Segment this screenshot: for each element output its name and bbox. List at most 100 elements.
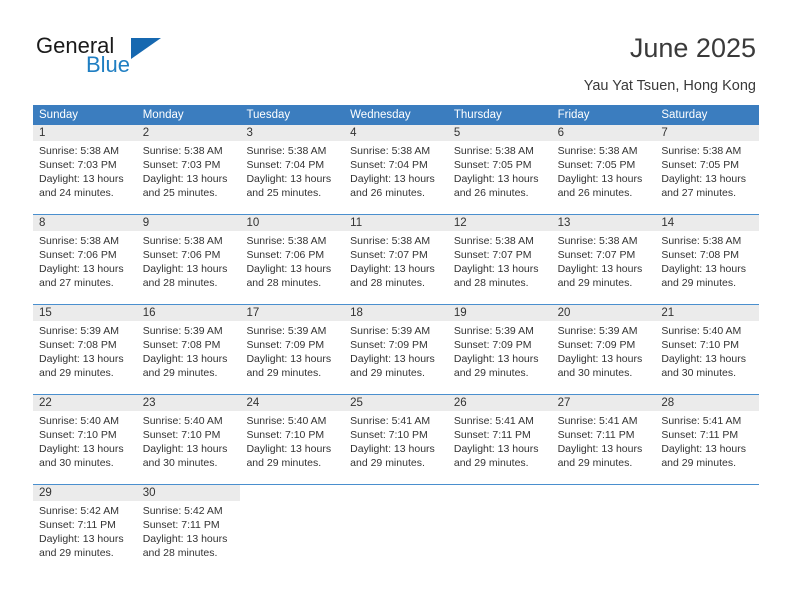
sunrise-text: Sunrise: 5:40 AM (39, 415, 119, 427)
sunset-text: Sunset: 7:08 PM (142, 339, 221, 351)
calendar-day-cell-empty (655, 485, 760, 574)
calendar-day-cell[interactable]: 18 Sunrise: 5:39 AM Sunset: 7:09 PM Dayligh… (344, 305, 448, 394)
calendar-day-cell[interactable]: 12 Sunrise: 5:38 AM Sunset: 7:07 PM Dayligh… (447, 215, 552, 304)
calendar-day-cell[interactable]: 15 Sunrise: 5:39 AM Sunset: 7:08 PM Dayligh… (33, 305, 137, 394)
day-details: Sunrise: 5:40 AM Sunset: 7:10 PM Daylight:… (655, 321, 759, 380)
calendar-weeks: 1 Sunrise: 5:38 AM Sunset: 7:03 PM Daylight… (33, 125, 760, 574)
day-details (344, 501, 448, 504)
day-number: 9 (142, 217, 150, 229)
calendar-day-cell[interactable]: 21 Sunrise: 5:40 AM Sunset: 7:10 PM Dayligh… (655, 305, 760, 394)
day-number-band: 14 (655, 215, 760, 231)
day-number: 21 (661, 307, 675, 319)
daylight-text-line1: Daylight: 13 hours (246, 353, 332, 365)
day-details: Sunrise: 5:41 AM Sunset: 7:11 PM Daylight:… (552, 411, 656, 470)
calendar-day-cell[interactable]: 4 Sunrise: 5:38 AM Sunset: 7:04 PM Daylight… (344, 125, 448, 214)
day-number-band: 9 (136, 215, 241, 231)
calendar-week-row: 8 Sunrise: 5:38 AM Sunset: 7:06 PM Daylight… (33, 214, 760, 304)
sunset-text: Sunset: 7:05 PM (661, 159, 739, 171)
sunrise-text: Sunrise: 5:40 AM (246, 415, 327, 427)
calendar-day-cell[interactable]: 24 Sunrise: 5:40 AM Sunset: 7:10 PM Dayligh… (240, 395, 345, 484)
day-details: Sunrise: 5:38 AM Sunset: 7:08 PM Daylight:… (655, 231, 759, 290)
day-number: 11 (350, 217, 363, 229)
daylight-text-line1: Daylight: 13 hours (39, 353, 124, 365)
day-details: Sunrise: 5:41 AM Sunset: 7:11 PM Daylight:… (448, 411, 552, 470)
calendar-day-cell[interactable]: 26 Sunrise: 5:41 AM Sunset: 7:11 PM Dayligh… (447, 395, 552, 484)
calendar-day-cell[interactable]: 27 Sunrise: 5:41 AM Sunset: 7:11 PM Dayligh… (551, 395, 656, 484)
sunset-text: Sunset: 7:11 PM (661, 429, 739, 441)
day-details (448, 501, 552, 504)
daylight-text-line2: and 30 minutes. (661, 367, 737, 379)
daylight-text-line1: Daylight: 13 hours (246, 443, 332, 455)
weekday-header-row: Sunday Monday Tuesday Wednesday Thursday… (33, 105, 759, 125)
day-number-band: 1 (33, 125, 137, 141)
sunrise-text: Sunrise: 5:38 AM (142, 235, 223, 247)
day-number: 30 (142, 487, 156, 499)
daylight-text-line2: and 24 minutes. (39, 187, 114, 199)
calendar-day-cell[interactable]: 7 Sunrise: 5:38 AM Sunset: 7:05 PM Daylight… (655, 125, 760, 214)
calendar-day-cell[interactable]: 2 Sunrise: 5:38 AM Sunset: 7:03 PM Daylight… (136, 125, 241, 214)
logo-text-blue: Blue (86, 52, 131, 77)
daylight-text-line2: and 26 minutes. (350, 187, 425, 199)
calendar-day-cell[interactable]: 14 Sunrise: 5:38 AM Sunset: 7:08 PM Dayligh… (655, 215, 760, 304)
day-number: 10 (246, 217, 260, 229)
sunrise-text: Sunrise: 5:38 AM (39, 145, 119, 157)
calendar-day-cell[interactable]: 5 Sunrise: 5:38 AM Sunset: 7:05 PM Daylight… (447, 125, 552, 214)
day-number: 4 (350, 127, 357, 139)
day-number-band: 8 (33, 215, 137, 231)
day-number: 22 (39, 397, 52, 409)
sunrise-text: Sunrise: 5:38 AM (350, 235, 431, 247)
daylight-text-line2: and 29 minutes. (453, 457, 529, 469)
calendar-day-cell[interactable]: 25 Sunrise: 5:41 AM Sunset: 7:10 PM Dayligh… (344, 395, 448, 484)
day-number-band: 29 (33, 485, 137, 501)
sunset-text: Sunset: 7:04 PM (246, 159, 325, 171)
day-number-band: 3 (240, 125, 345, 141)
calendar-day-cell[interactable]: 11 Sunrise: 5:38 AM Sunset: 7:07 PM Dayligh… (344, 215, 448, 304)
calendar-day-cell[interactable]: 19 Sunrise: 5:39 AM Sunset: 7:09 PM Dayligh… (447, 305, 552, 394)
day-number-band: 27 (551, 395, 656, 411)
sunrise-text: Sunrise: 5:38 AM (661, 235, 742, 247)
page-title: June 2025 (629, 33, 756, 63)
sunset-text: Sunset: 7:10 PM (142, 429, 221, 441)
sunrise-text: Sunrise: 5:39 AM (453, 325, 534, 337)
calendar-day-cell[interactable]: 16 Sunrise: 5:39 AM Sunset: 7:08 PM Dayligh… (136, 305, 241, 394)
logo-triangle-icon (131, 38, 161, 59)
calendar-day-cell[interactable]: 29 Sunrise: 5:42 AM Sunset: 7:11 PM Dayligh… (33, 485, 137, 574)
calendar-day-cell[interactable]: 6 Sunrise: 5:38 AM Sunset: 7:05 PM Daylight… (551, 125, 656, 214)
day-number-band: 28 (655, 395, 760, 411)
calendar-day-cell[interactable]: 8 Sunrise: 5:38 AM Sunset: 7:06 PM Daylight… (33, 215, 137, 304)
sunrise-text: Sunrise: 5:39 AM (350, 325, 431, 337)
day-number: 8 (39, 217, 46, 229)
calendar-day-cell[interactable]: 23 Sunrise: 5:40 AM Sunset: 7:10 PM Dayligh… (136, 395, 241, 484)
general-blue-logo[interactable]: General Blue (36, 33, 236, 85)
day-number: 23 (142, 397, 156, 409)
calendar-day-cell[interactable]: 28 Sunrise: 5:41 AM Sunset: 7:11 PM Dayligh… (655, 395, 760, 484)
calendar-day-cell[interactable]: 13 Sunrise: 5:38 AM Sunset: 7:07 PM Dayligh… (551, 215, 656, 304)
daylight-text-line2: and 29 minutes. (39, 547, 114, 559)
day-number: 5 (453, 127, 461, 139)
calendar-day-cell[interactable]: 17 Sunrise: 5:39 AM Sunset: 7:09 PM Dayligh… (240, 305, 345, 394)
sunset-text: Sunset: 7:07 PM (453, 249, 532, 261)
day-number: 14 (661, 217, 675, 229)
day-number-band: 18 (344, 305, 448, 321)
calendar-day-cell[interactable]: 10 Sunrise: 5:38 AM Sunset: 7:06 PM Dayligh… (240, 215, 345, 304)
calendar-day-cell[interactable]: 22 Sunrise: 5:40 AM Sunset: 7:10 PM Dayligh… (33, 395, 137, 484)
sunset-text: Sunset: 7:11 PM (557, 429, 635, 441)
day-details: Sunrise: 5:41 AM Sunset: 7:10 PM Daylight:… (344, 411, 448, 470)
day-number: 27 (557, 397, 571, 409)
daylight-text-line1: Daylight: 13 hours (557, 173, 643, 185)
day-number-band (447, 485, 552, 501)
calendar-day-cell[interactable]: 20 Sunrise: 5:39 AM Sunset: 7:09 PM Dayligh… (551, 305, 656, 394)
calendar-day-cell[interactable]: 1 Sunrise: 5:38 AM Sunset: 7:03 PM Daylight… (33, 125, 137, 214)
calendar-day-cell[interactable]: 3 Sunrise: 5:38 AM Sunset: 7:04 PM Daylight… (240, 125, 345, 214)
sunrise-text: Sunrise: 5:41 AM (350, 415, 431, 427)
daylight-text-line1: Daylight: 13 hours (453, 353, 539, 365)
sunset-text: Sunset: 7:11 PM (142, 519, 220, 531)
calendar-day-cell[interactable]: 30 Sunrise: 5:42 AM Sunset: 7:11 PM Dayligh… (136, 485, 241, 574)
daylight-text-line1: Daylight: 13 hours (246, 173, 332, 185)
day-number-band: 21 (655, 305, 760, 321)
calendar-day-cell[interactable]: 9 Sunrise: 5:38 AM Sunset: 7:06 PM Daylight… (136, 215, 241, 304)
day-number: 12 (453, 217, 467, 229)
daylight-text-line2: and 30 minutes. (557, 367, 633, 379)
day-number-band: 15 (33, 305, 137, 321)
day-details: Sunrise: 5:39 AM Sunset: 7:09 PM Daylight:… (240, 321, 344, 380)
